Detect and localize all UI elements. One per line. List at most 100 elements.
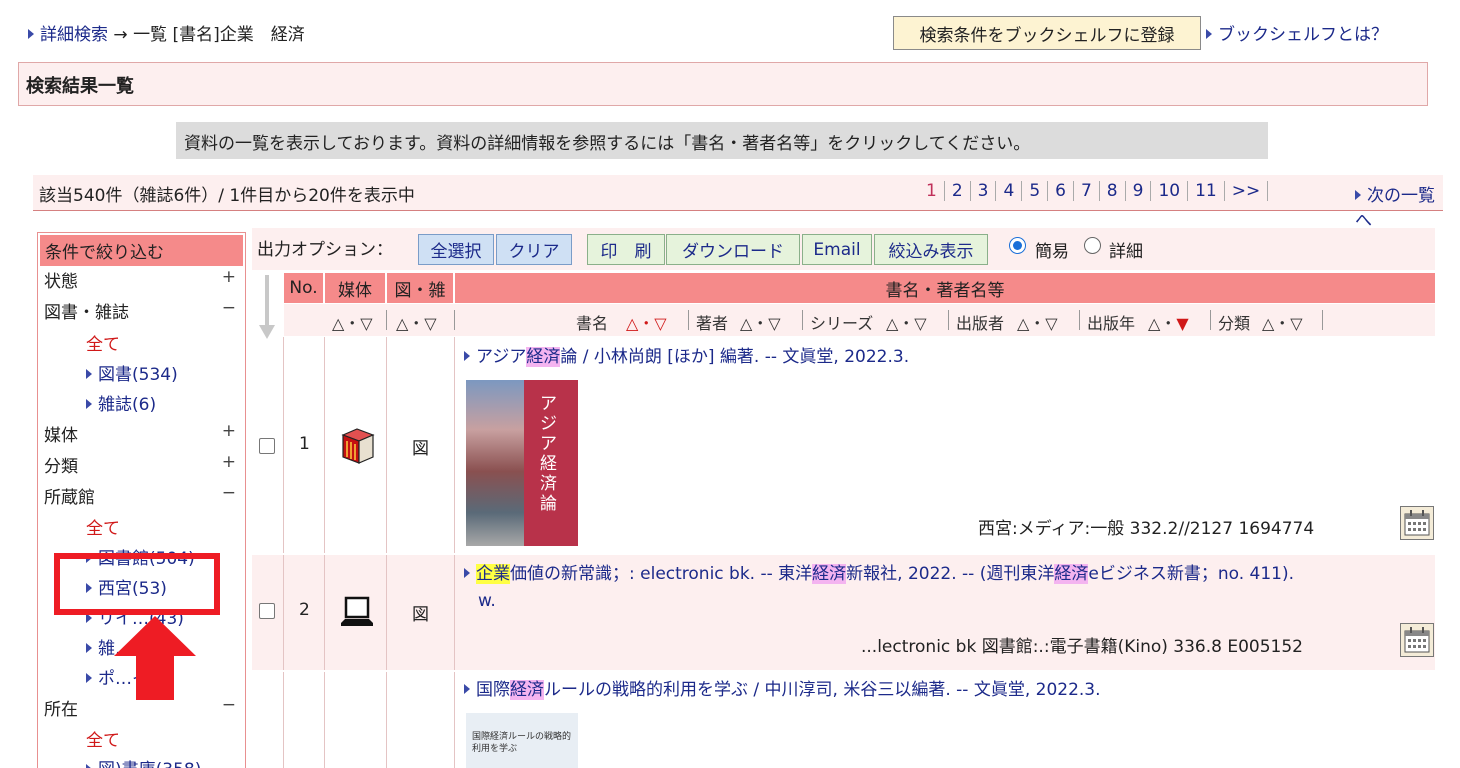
pagination: 1 2 3 4 5 6 7 8 9 10 11 >> (919, 181, 1269, 201)
page-4[interactable]: 4 (996, 181, 1023, 201)
collapse-icon[interactable]: − (222, 695, 236, 715)
calendar-glyph (1404, 627, 1430, 653)
sort-year-label: 出版年 (1087, 314, 1136, 333)
print-button[interactable]: 印 刷 (587, 234, 665, 265)
title-highlight: 経済 (526, 347, 561, 367)
sort-title-label: 書名 (576, 314, 609, 333)
page-1[interactable]: 1 (919, 181, 945, 201)
page-5[interactable]: 5 (1022, 181, 1049, 201)
sort-series[interactable]: △・▽ (886, 310, 927, 334)
facet-status[interactable]: 状態 + (44, 267, 240, 292)
triangle-icon (86, 764, 92, 768)
sort-separator (948, 310, 949, 330)
facet-item-stacks[interactable]: 図)書庫(358) (86, 755, 201, 768)
page-8[interactable]: 8 (1100, 181, 1126, 201)
page-next-block[interactable]: >> (1225, 181, 1269, 201)
facet-item-books[interactable]: 図書(534) (86, 360, 178, 385)
register-bookshelf-button[interactable]: 検索条件をブックシェルフに登録 (893, 16, 1201, 50)
info-message: 資料の一覧を表示しております。資料の詳細情報を参照するには「書名・著者名等」をク… (176, 122, 1268, 159)
clear-button[interactable]: クリア (496, 234, 572, 265)
sort-publisher[interactable]: △・▽ (1017, 310, 1058, 334)
facet-media[interactable]: 媒体 + (44, 421, 240, 446)
breadcrumb-detailed-search[interactable]: 詳細検索 (40, 25, 108, 45)
title-highlight: 経済 (1054, 564, 1089, 584)
sort-separator (1322, 310, 1323, 330)
facet-item-magazines[interactable]: 雑誌(6) (86, 390, 156, 415)
download-button[interactable]: ダウンロード (666, 234, 800, 265)
sort-publisher-label: 出版者 (956, 314, 1005, 333)
expand-icon[interactable]: + (222, 452, 236, 472)
page-6[interactable]: 6 (1048, 181, 1074, 201)
sort-media[interactable]: △・▽ (332, 310, 373, 334)
sort-title[interactable]: △・▽ (626, 310, 667, 334)
column-divider (386, 555, 387, 670)
triangle-icon (86, 369, 92, 379)
facet-category[interactable]: 分類 + (44, 452, 240, 477)
row-title-link[interactable]: 国際経済ルールの戦略的利用を学ぶ / 中川淳司, 米谷三以編著. -- 文眞堂,… (464, 677, 1101, 704)
triangle-icon (86, 673, 92, 683)
email-button[interactable]: Email (802, 234, 872, 265)
facet-all-book-magazine[interactable]: 全て (86, 330, 120, 355)
sort-year[interactable]: △・▼ (1148, 310, 1189, 334)
header-type: 図・雑 (387, 273, 454, 303)
page-9[interactable]: 9 (1126, 181, 1152, 201)
calendar-icon[interactable] (1400, 623, 1434, 657)
expand-icon[interactable]: + (222, 421, 236, 441)
holding-info: 西宮:メディア:一般 332.2//2127 1694774 (978, 519, 1315, 539)
triangle-icon (1206, 29, 1212, 39)
sort-year-arrows: △・ (1148, 314, 1177, 333)
sort-type[interactable]: △・▽ (396, 310, 437, 334)
facet-library[interactable]: 所蔵館 − (44, 483, 240, 508)
column-divider (386, 337, 387, 553)
sort-author[interactable]: △・▽ (740, 310, 781, 334)
facet-all-library[interactable]: 全て (86, 514, 120, 539)
next-list-label: 次の一覧へ (1355, 186, 1435, 231)
collapse-icon[interactable]: − (222, 298, 236, 318)
page-11[interactable]: 11 (1188, 181, 1225, 201)
facet-book-magazine[interactable]: 図書・雑誌 − (44, 298, 240, 323)
radio-simple[interactable] (1009, 237, 1026, 254)
breadcrumb: 詳細検索 → 一覧 [書名]企業 経済 (28, 20, 305, 45)
facet-all-location[interactable]: 全て (86, 726, 120, 751)
sort-author-label: 著者 (696, 314, 729, 333)
bookshelf-help-link[interactable]: ブックシェルフとは？ (1206, 20, 1388, 45)
title-text: 価値の新常識；: electronic bk. -- 東洋 (510, 564, 813, 584)
page-10[interactable]: 10 (1151, 181, 1189, 201)
sort-classification[interactable]: △・▽ (1262, 310, 1303, 334)
triangle-icon (464, 568, 470, 578)
page-2[interactable]: 2 (945, 181, 971, 201)
title-text: ルールの戦略的利用を学ぶ / 中川淳司, 米谷三以編著. -- 文眞堂, 202… (544, 680, 1101, 700)
column-divider (454, 672, 455, 768)
calendar-icon[interactable] (1400, 506, 1434, 540)
page-7[interactable]: 7 (1074, 181, 1100, 201)
page-3[interactable]: 3 (971, 181, 997, 201)
select-all-button[interactable]: 全選択 (418, 234, 494, 265)
next-list-link[interactable]: 次の一覧へ (1355, 181, 1443, 231)
row-checkbox[interactable] (259, 438, 275, 454)
collapse-icon[interactable]: − (222, 483, 236, 503)
book-media-icon (341, 428, 375, 464)
row-title-link[interactable]: アジア経済論 / 小林尚朗 [ほか] 編著. -- 文眞堂, 2022.3. (464, 344, 909, 371)
row-checkbox[interactable] (259, 603, 275, 619)
title-text: w. (478, 591, 496, 611)
holding-info: ...lectronic bk 図書館:.:電子書籍(Kino) 336.8 E… (861, 637, 1303, 657)
output-options-label: 出力オプション： (257, 240, 393, 260)
row-title-link[interactable]: 企業価値の新常識；: electronic bk. -- 東洋経済新報社, 20… (464, 561, 1414, 615)
facet-library-label: 所蔵館 (44, 488, 95, 508)
title-highlight: 経済 (510, 680, 544, 700)
expand-icon[interactable]: + (222, 267, 236, 287)
column-divider (324, 555, 325, 670)
book-cover-image: アジア経済論 (466, 380, 578, 546)
result-count-bar: 該当540件（雑誌6件）/ 1件目から20件を表示中 1 2 3 4 5 6 7… (33, 175, 1443, 231)
facet-status-label: 状態 (44, 272, 78, 292)
sort-separator (454, 310, 455, 330)
radio-detail[interactable] (1084, 237, 1101, 254)
cover-title: 国際経済ルールの戦略的利用を学ぶ (472, 732, 572, 754)
filter-view-button[interactable]: 絞込み表示 (874, 234, 988, 265)
facet-location-label: 所在 (44, 700, 78, 720)
column-divider (283, 672, 284, 768)
facet-item-label: 図書(534) (98, 365, 178, 385)
header-media: 媒体 (325, 273, 386, 303)
result-count: 該当540件（雑誌6件）/ 1件目から20件を表示中 (39, 186, 415, 206)
facet-item-label: 図)書庫(358) (98, 760, 201, 768)
